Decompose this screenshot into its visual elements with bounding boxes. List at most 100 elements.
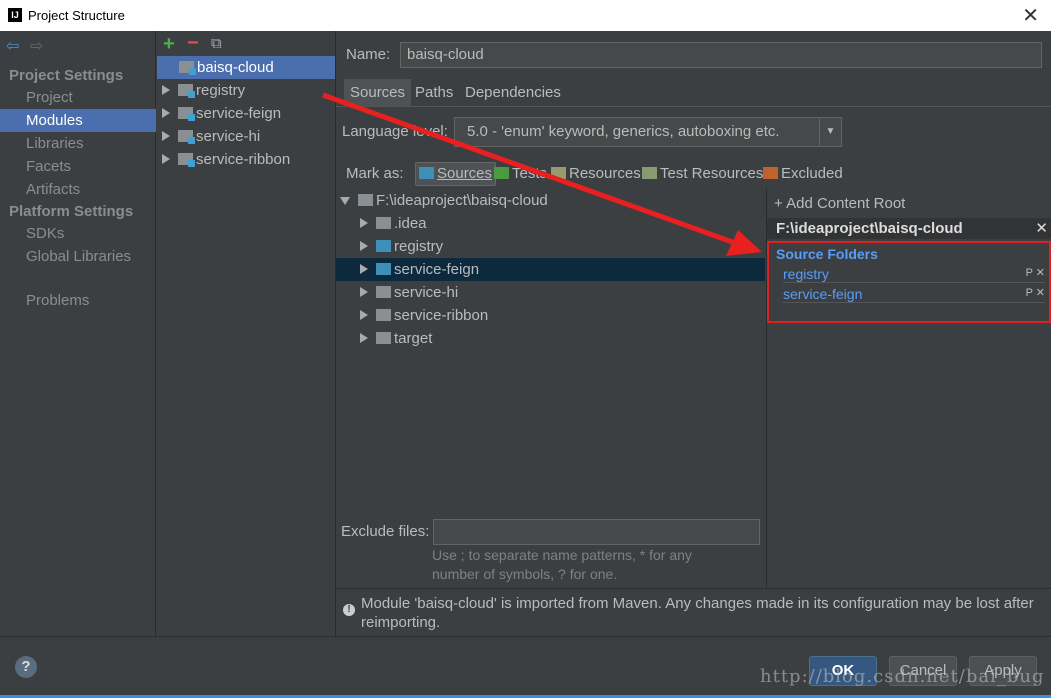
mark-label: Test Resources [660,165,764,182]
mark-resources-button[interactable]: Resources [551,165,641,182]
expand-icon[interactable] [162,154,170,164]
module-label: registry [196,82,246,99]
tab-sources[interactable]: Sources [344,79,412,106]
sources-folder-icon [419,167,434,179]
forward-icon[interactable]: ⇨ [30,36,43,56]
folder-icon [358,194,373,206]
folder-icon [376,286,391,298]
mark-as-label: Mark as: [346,165,404,182]
back-icon[interactable]: ⇦ [6,36,19,56]
module-icon [178,130,195,144]
tab-dependencies[interactable]: Dependencies [459,79,567,106]
add-icon[interactable]: + [163,33,175,56]
expand-icon[interactable] [360,287,368,297]
tests-folder-icon [494,167,509,179]
excluded-folder-icon [763,167,778,179]
name-label: Name: [346,46,391,63]
expand-icon[interactable] [360,264,368,274]
module-label: service-feign [196,105,282,122]
resources-folder-icon [551,167,566,179]
source-folder-label: service-feign [783,286,863,302]
sidebar-item-global-libraries[interactable]: Global Libraries [0,245,156,268]
tree-row[interactable]: registry [336,235,765,258]
source-folder-item[interactable]: service-feign P ✕ [783,286,1045,303]
expand-icon[interactable] [162,85,170,95]
module-list: + − ⧉ baisq-cloud registry service-feign… [157,31,336,636]
tree-row[interactable]: target [336,327,765,350]
tab-paths[interactable]: Paths [409,79,459,106]
name-input[interactable]: baisq-cloud [400,42,1042,68]
remove-root-icon[interactable]: ✕ [1035,218,1048,239]
source-folder-icon [376,240,391,252]
remove-icon[interactable]: − [187,32,199,55]
module-item[interactable]: baisq-cloud [157,56,335,79]
expand-icon[interactable] [360,333,368,343]
chevron-down-icon: ▼ [819,118,841,146]
sidebar-item-facets[interactable]: Facets [0,155,156,178]
module-label: service-ribbon [196,151,291,168]
module-icon [179,61,196,75]
content-roots-panel: + Add Content Root F:\ideaproject\baisq-… [766,188,1051,588]
sidebar-item-project[interactable]: Project [0,86,156,109]
module-item[interactable]: service-ribbon [157,148,335,171]
module-icon [178,107,195,121]
mark-sources-button[interactable]: Sources [415,162,497,186]
module-label: baisq-cloud [197,59,274,76]
section-platform-settings: Platform Settings [9,203,134,220]
test-resources-folder-icon [642,167,657,179]
folder-icon [376,309,391,321]
mark-excluded-button[interactable]: Excluded [763,165,843,182]
tree-label: service-hi [394,284,459,301]
exclude-files-input[interactable] [433,519,760,545]
sidebar-item-libraries[interactable]: Libraries [0,132,156,155]
tree-row[interactable]: .idea [336,212,765,235]
sidebar-item-sdks[interactable]: SDKs [0,222,156,245]
mark-tests-button[interactable]: Tests [494,165,547,182]
sidebar-item-artifacts[interactable]: Artifacts [0,178,156,201]
module-item[interactable]: service-feign [157,102,335,125]
source-folder-label: registry [783,266,829,282]
tree-row[interactable]: F:\ideaproject\baisq-cloud [336,189,765,212]
exclude-hint: Use ; to separate name patterns, * for a… [432,547,692,582]
add-content-root-button[interactable]: + Add Content Root [774,195,905,212]
copy-icon[interactable]: ⧉ [211,35,222,52]
properties-remove-icon[interactable]: P ✕ [1026,286,1045,299]
properties-remove-icon[interactable]: P ✕ [1026,266,1045,279]
tree-row[interactable]: service-hi [336,281,765,304]
content-tree: F:\ideaproject\baisq-cloud .idea registr… [336,188,765,508]
exclude-files-label: Exclude files: [341,523,430,540]
module-icon [178,153,195,167]
tree-label: F:\ideaproject\baisq-cloud [376,192,548,209]
divider [336,106,1051,107]
folder-icon [376,217,391,229]
mark-test-resources-button[interactable]: Test Resources [642,165,763,182]
collapse-icon[interactable] [340,197,350,205]
window-title: Project Structure [28,8,125,23]
close-icon[interactable]: ✕ [1022,3,1039,28]
expand-icon[interactable] [162,108,170,118]
tree-row[interactable]: service-ribbon [336,304,765,327]
tree-label: target [394,330,433,347]
divider [336,588,1051,589]
sidebar-item-modules[interactable]: Modules [0,109,156,132]
expand-icon[interactable] [162,131,170,141]
module-item[interactable]: service-hi [157,125,335,148]
settings-sidebar: ⇦ ⇨ Project Settings Project Modules Lib… [0,31,156,636]
expand-icon[interactable] [360,241,368,251]
tree-row[interactable]: service-feign [336,258,765,281]
source-folders-heading: Source Folders [776,246,878,262]
language-level-label: Language level: [342,123,448,140]
section-project-settings: Project Settings [9,67,124,84]
watermark: http://blog.csdn.net/bai_bug [760,666,1045,687]
source-folder-item[interactable]: registry P ✕ [783,266,1045,283]
mark-label: Sources [437,165,493,182]
module-item[interactable]: registry [157,79,335,102]
sidebar-item-problems[interactable]: Problems [0,289,156,312]
expand-icon[interactable] [360,218,368,228]
expand-icon[interactable] [360,310,368,320]
divider [0,636,1051,637]
tree-label: service-ribbon [394,307,489,324]
help-button[interactable]: ? [15,656,37,678]
language-level-select[interactable]: 5.0 - 'enum' keyword, generics, autoboxi… [454,117,842,147]
module-icon [178,84,195,98]
